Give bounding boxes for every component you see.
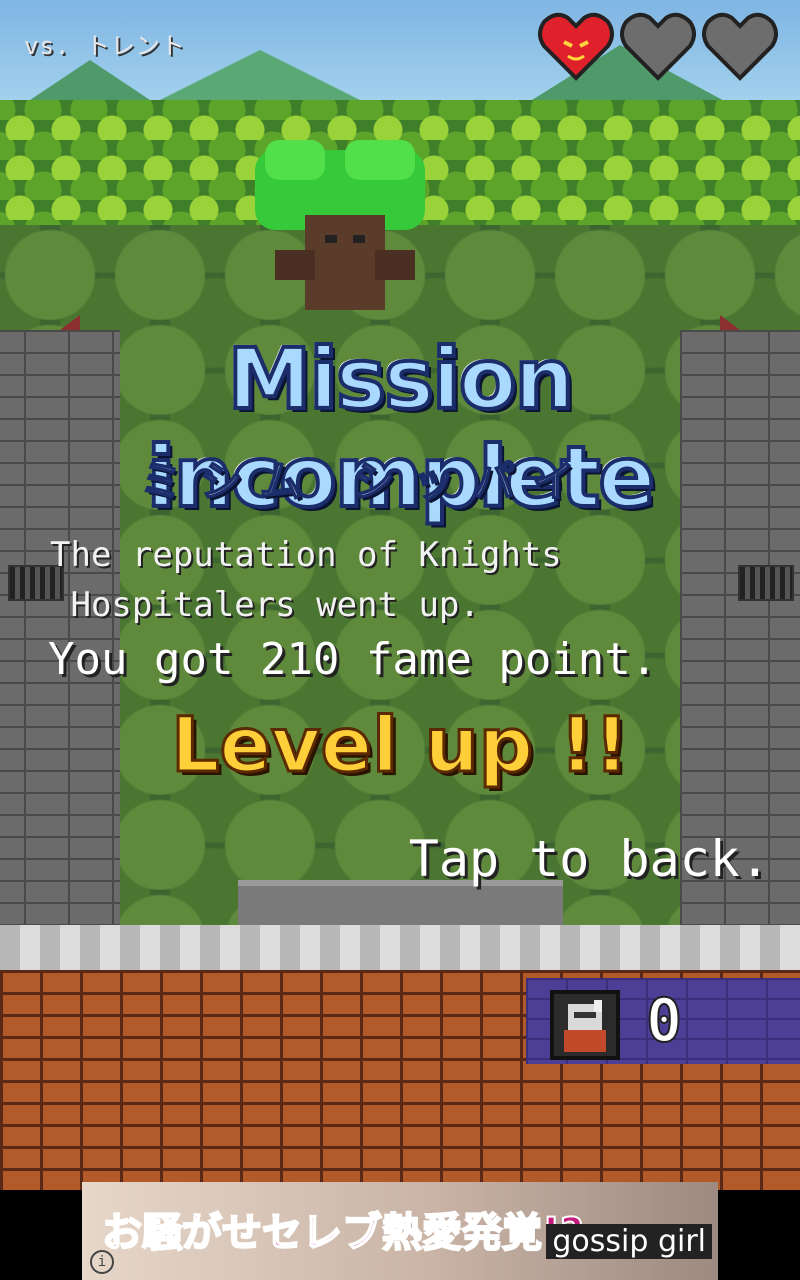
unit-counter: 0	[526, 978, 800, 1064]
ad-brand-logo: gossip girl	[546, 1224, 712, 1259]
unit-count-value: 0	[645, 985, 683, 1057]
reputation-message-line: Hospitalers went up.	[50, 585, 480, 625]
ad-banner[interactable]: お騒がせセレブ熱愛発覚!? gossip girl i	[82, 1182, 718, 1280]
castle-wall-top	[0, 925, 800, 974]
game-scene[interactable]: vs. トレント Mission incomplete ミシム シッパイ The…	[0, 0, 800, 1190]
ad-headline: お騒がせセレブ熱愛発覚!?	[101, 1209, 584, 1257]
tower-window-right	[738, 565, 794, 601]
reputation-message: The reputation of Knights Hospitalers we…	[50, 530, 562, 630]
full-heart-icon	[538, 12, 614, 81]
life-hearts	[538, 12, 778, 82]
ad-info-icon[interactable]: i	[90, 1250, 114, 1274]
opponent-label: vs. トレント	[24, 32, 186, 60]
fame-message: You got 210 fame point.	[48, 634, 658, 685]
trent-enemy	[255, 140, 425, 310]
empty-heart-icon	[620, 12, 696, 81]
reputation-message-line: The reputation of Knights	[50, 535, 562, 575]
empty-heart-icon	[702, 12, 778, 81]
result-subtitle: ミシム シッパイ	[139, 456, 593, 507]
knight-avatar-icon	[550, 990, 620, 1060]
tap-to-back-button[interactable]: Tap to back.	[409, 830, 770, 888]
levelup-banner: Level up !!	[170, 699, 631, 791]
